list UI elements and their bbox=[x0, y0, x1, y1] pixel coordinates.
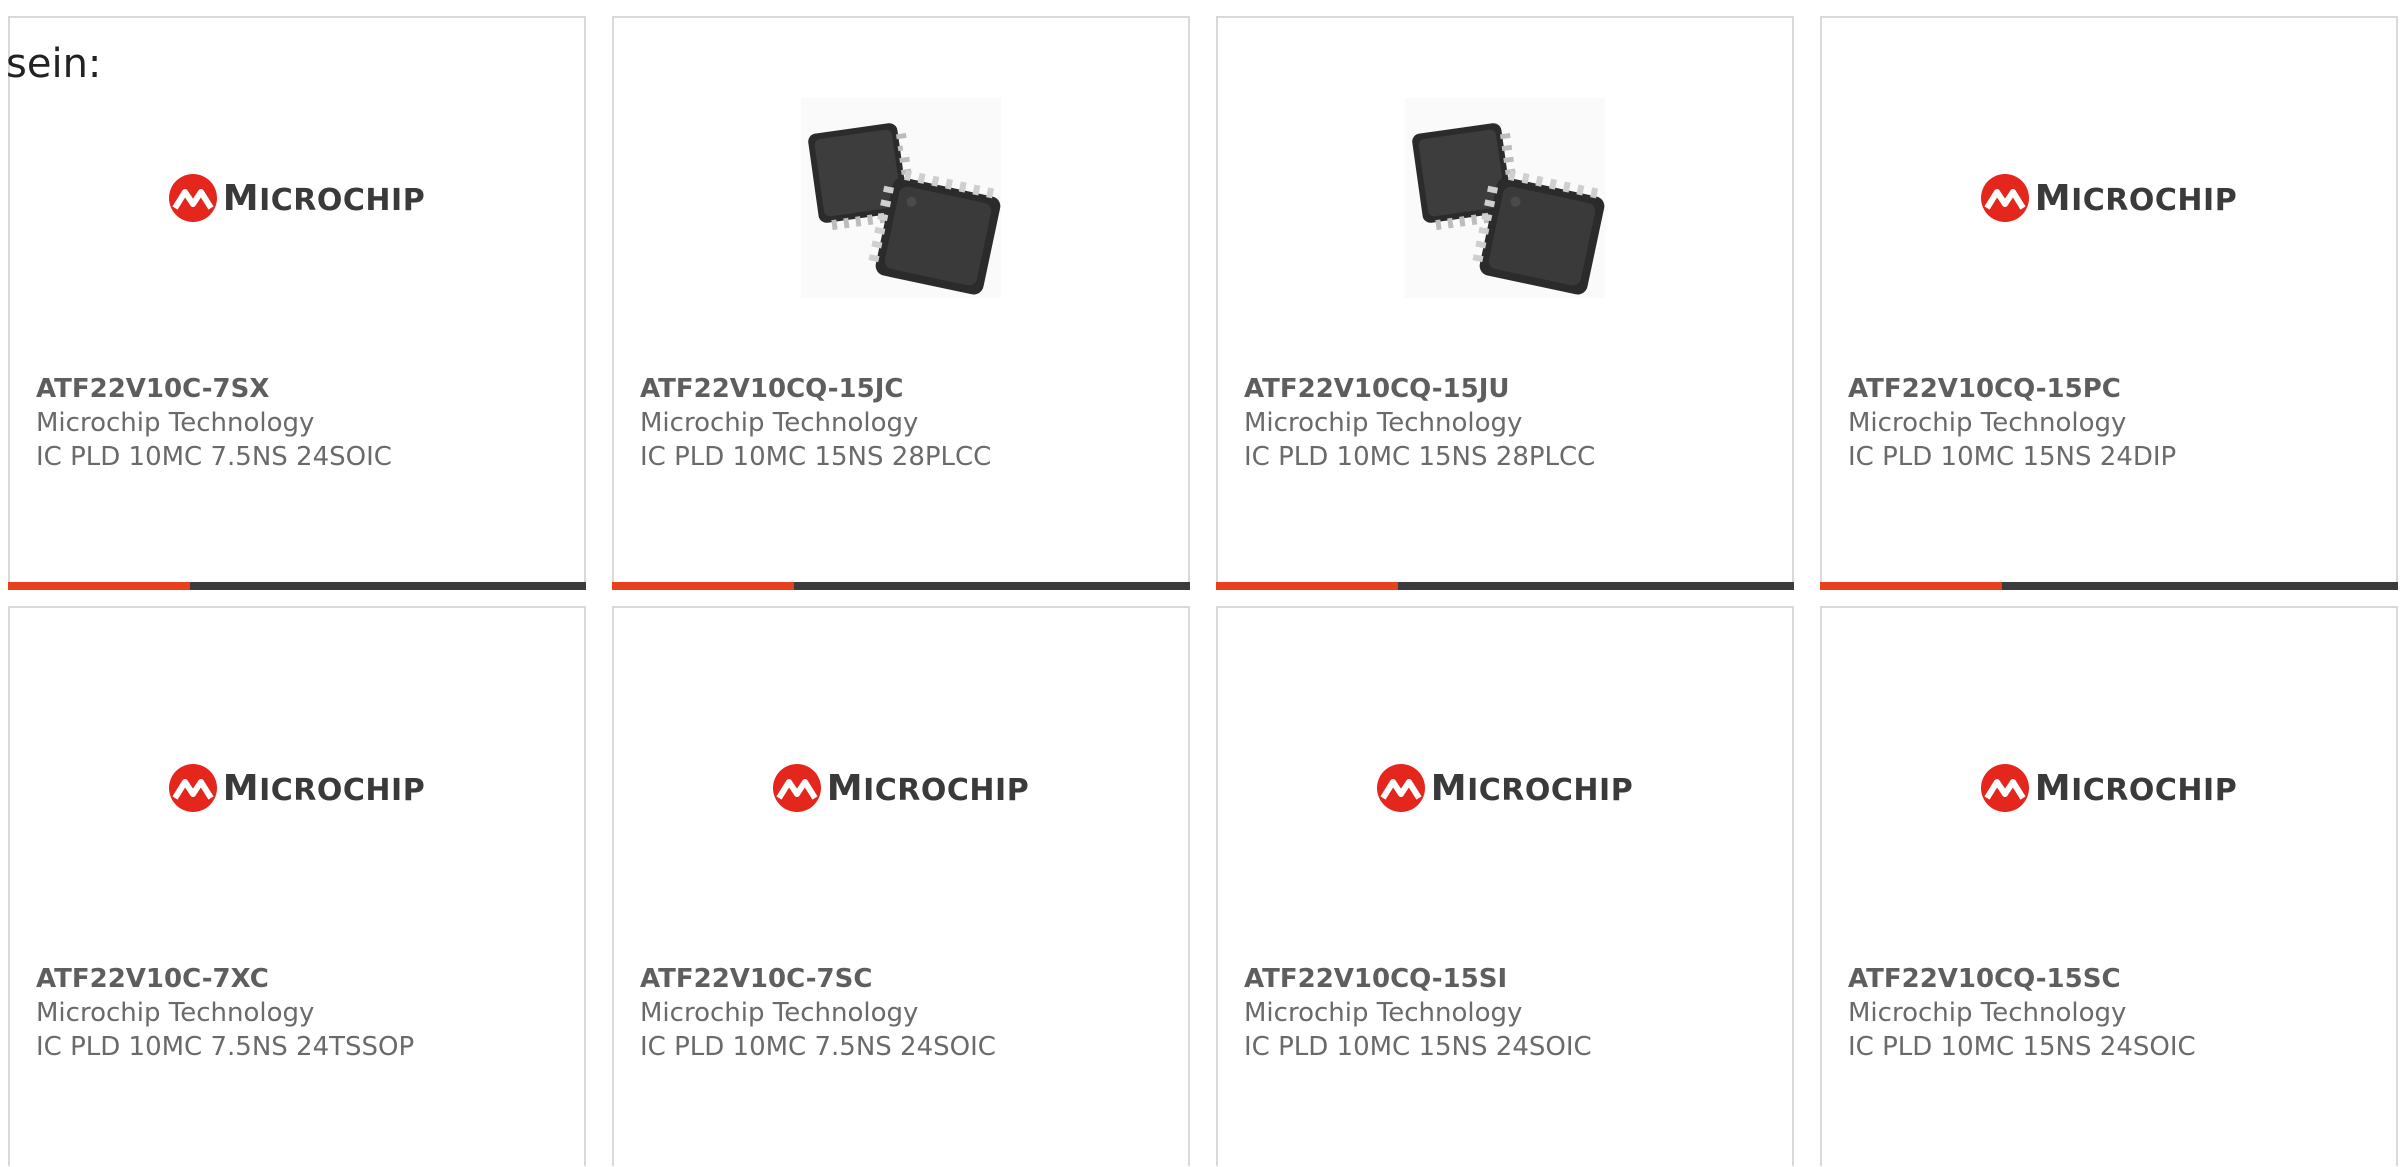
part-number-link[interactable]: ATF22V10CQ-15SI bbox=[1244, 962, 1772, 996]
product-image bbox=[1218, 78, 1792, 318]
product-image: MICROCHIP bbox=[614, 668, 1188, 908]
product-description: IC PLD 10MC 15NS 28PLCC bbox=[1244, 442, 1596, 472]
product-description: IC PLD 10MC 7.5NS 24SOIC bbox=[640, 1032, 996, 1062]
part-number-link[interactable]: ATF22V10C-7SC bbox=[640, 962, 1168, 996]
product-card[interactable]: ATF22V10CQ-15JC Microchip Technology IC … bbox=[612, 16, 1190, 590]
product-description: IC PLD 10MC 15NS 24DIP bbox=[1848, 442, 2177, 472]
microchip-logo: MICROCHIP bbox=[168, 764, 425, 812]
card-footer-bar bbox=[1820, 582, 2398, 590]
product-card[interactable]: MICROCHIP ATF22V10CQ-15SC Microchip Tech… bbox=[1820, 606, 2398, 1166]
product-description: IC PLD 10MC 15NS 28PLCC bbox=[640, 442, 992, 472]
product-image: MICROCHIP bbox=[1822, 668, 2396, 908]
microchip-logo-icon bbox=[168, 174, 217, 222]
card-accent-bar bbox=[8, 582, 190, 590]
manufacturer-name: Microchip Technology bbox=[36, 408, 315, 438]
manufacturer-name: Microchip Technology bbox=[1848, 408, 2127, 438]
card-footer-bar bbox=[1216, 582, 1794, 590]
part-number-link[interactable]: ATF22V10CQ-15JU bbox=[1244, 372, 1772, 406]
part-number-link[interactable]: ATF22V10C-7SX bbox=[36, 372, 564, 406]
manufacturer-name: Microchip Technology bbox=[640, 408, 919, 438]
plcc-chip-photo bbox=[1405, 98, 1605, 298]
product-description: IC PLD 10MC 7.5NS 24TSSOP bbox=[36, 1032, 415, 1062]
part-number-link[interactable]: ATF22V10CQ-15JC bbox=[640, 372, 1168, 406]
product-grid-page: sein: MICROCHIP ATF22V10C-7SX Microchip … bbox=[0, 0, 2400, 1167]
microchip-logo-icon bbox=[1980, 764, 2029, 812]
microchip-logo: MICROCHIP bbox=[772, 764, 1029, 812]
product-description: IC PLD 10MC 7.5NS 24SOIC bbox=[36, 442, 392, 472]
product-card[interactable]: MICROCHIP ATF22V10C-7XC Microchip Techno… bbox=[8, 606, 586, 1166]
product-card[interactable]: MICROCHIP ATF22V10C-7SX Microchip Techno… bbox=[8, 16, 586, 590]
microchip-logo-icon bbox=[1376, 764, 1425, 812]
product-card[interactable]: ATF22V10CQ-15JU Microchip Technology IC … bbox=[1216, 16, 1794, 590]
intro-text: sein: bbox=[6, 41, 102, 87]
product-card[interactable]: MICROCHIP ATF22V10CQ-15SI Microchip Tech… bbox=[1216, 606, 1794, 1166]
microchip-logo-icon bbox=[1980, 174, 2029, 222]
card-footer-bar bbox=[612, 582, 1190, 590]
card-footer-bar bbox=[8, 582, 586, 590]
part-number-link[interactable]: ATF22V10CQ-15PC bbox=[1848, 372, 2376, 406]
product-image bbox=[614, 78, 1188, 318]
microchip-logo-icon bbox=[772, 764, 821, 812]
manufacturer-name: Microchip Technology bbox=[1848, 998, 2127, 1028]
product-image: MICROCHIP bbox=[10, 668, 584, 908]
manufacturer-name: Microchip Technology bbox=[1244, 998, 1523, 1028]
product-image: MICROCHIP bbox=[1218, 668, 1792, 908]
product-card[interactable]: MICROCHIP ATF22V10C-7SC Microchip Techno… bbox=[612, 606, 1190, 1166]
product-description: IC PLD 10MC 15NS 24SOIC bbox=[1848, 1032, 2196, 1062]
microchip-logo: MICROCHIP bbox=[168, 174, 425, 222]
card-accent-bar bbox=[1216, 582, 1398, 590]
product-card[interactable]: MICROCHIP ATF22V10CQ-15PC Microchip Tech… bbox=[1820, 16, 2398, 590]
microchip-logo: MICROCHIP bbox=[1376, 764, 1633, 812]
microchip-logo: MICROCHIP bbox=[1980, 174, 2237, 222]
product-image: MICROCHIP bbox=[10, 78, 584, 318]
plcc-chip-photo bbox=[801, 98, 1001, 298]
microchip-logo-icon bbox=[168, 764, 217, 812]
manufacturer-name: Microchip Technology bbox=[1244, 408, 1523, 438]
card-accent-bar bbox=[612, 582, 794, 590]
product-description: IC PLD 10MC 15NS 24SOIC bbox=[1244, 1032, 1592, 1062]
manufacturer-name: Microchip Technology bbox=[640, 998, 919, 1028]
microchip-logo: MICROCHIP bbox=[1980, 764, 2237, 812]
card-accent-bar bbox=[1820, 582, 2002, 590]
part-number-link[interactable]: ATF22V10CQ-15SC bbox=[1848, 962, 2376, 996]
product-image: MICROCHIP bbox=[1822, 78, 2396, 318]
part-number-link[interactable]: ATF22V10C-7XC bbox=[36, 962, 564, 996]
manufacturer-name: Microchip Technology bbox=[36, 998, 315, 1028]
